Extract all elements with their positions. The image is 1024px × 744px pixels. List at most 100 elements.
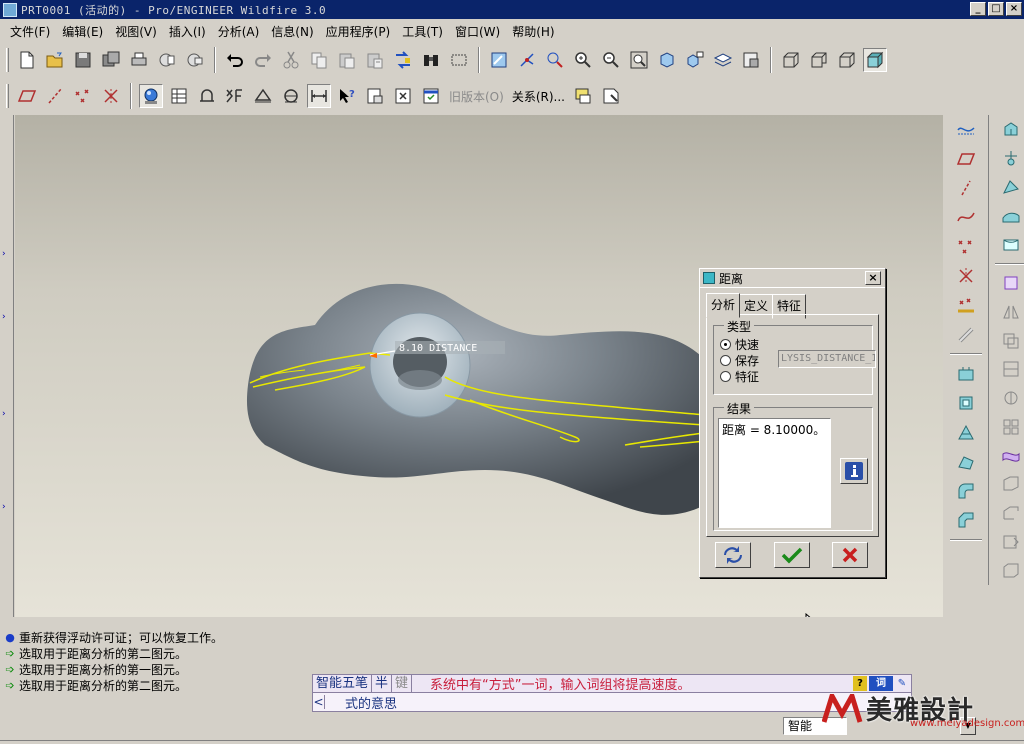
tab-analysis[interactable]: 分析 — [706, 293, 741, 318]
radio-save[interactable]: 保存 — [720, 352, 759, 369]
radio-quick-indicator[interactable] — [720, 339, 731, 350]
datum-axes-toggle[interactable] — [43, 84, 67, 108]
zoom-out-button[interactable] — [599, 48, 623, 72]
chamfer-tool[interactable] — [953, 509, 979, 532]
sweep-tool[interactable] — [953, 421, 979, 444]
draft-tool[interactable] — [998, 204, 1024, 227]
ime-help-button[interactable]: ? — [853, 676, 867, 691]
shell-tool[interactable] — [998, 147, 1024, 170]
ime-half-width-toggle[interactable]: 半 — [372, 675, 393, 692]
open-file-button[interactable] — [43, 48, 67, 72]
revolve-tool[interactable] — [953, 392, 979, 415]
paste-special-button[interactable] — [363, 48, 387, 72]
offset-curve-tool[interactable] — [953, 323, 979, 346]
maximize-button[interactable]: □ — [988, 2, 1004, 16]
mirror-tool[interactable] — [998, 301, 1024, 324]
family-table-button[interactable] — [167, 84, 191, 108]
save-copy-button[interactable] — [99, 48, 123, 72]
shading-button[interactable] — [863, 48, 887, 72]
saved-views-button[interactable] — [683, 48, 707, 72]
datum-points-toggle[interactable] — [71, 84, 95, 108]
xf-button[interactable] — [223, 84, 247, 108]
result-text-area[interactable]: 距离 = 8.10000。 — [718, 418, 831, 528]
hole-tool[interactable] — [998, 118, 1024, 141]
ime-word-button[interactable]: 词 — [869, 676, 893, 691]
menu-help[interactable]: 帮助(H) — [506, 23, 560, 40]
extend-tool[interactable] — [998, 387, 1024, 410]
help-pointer-button[interactable]: ? — [335, 84, 359, 108]
undo-button[interactable] — [223, 48, 247, 72]
window-activate-button[interactable] — [419, 84, 443, 108]
find-button[interactable] — [419, 48, 443, 72]
select-box-button[interactable] — [447, 48, 471, 72]
extrude-tool[interactable] — [953, 362, 979, 385]
pen-icon[interactable]: ✎ — [895, 676, 909, 691]
menu-analysis[interactable]: 分析(A) — [212, 23, 266, 40]
remove-tool[interactable] — [998, 559, 1024, 582]
analysis-name-field[interactable]: LYSIS_DISTANCE_1 — [778, 350, 876, 368]
pattern-tool[interactable] — [998, 416, 1024, 439]
view-manager-button[interactable] — [739, 48, 763, 72]
zoom-in-button[interactable] — [571, 48, 595, 72]
analysis-feature-tool[interactable] — [953, 294, 979, 317]
style-tool[interactable] — [998, 233, 1024, 256]
spin-center-button[interactable] — [515, 48, 539, 72]
ime-candidate[interactable]: 式的意思 — [325, 693, 397, 712]
redo-button[interactable] — [251, 48, 275, 72]
round-tool[interactable] — [953, 479, 979, 502]
send-mail-button[interactable] — [155, 48, 179, 72]
print-button[interactable] — [127, 48, 151, 72]
offset-tool[interactable] — [998, 473, 1024, 496]
warp-tool[interactable] — [998, 444, 1024, 467]
menu-tools[interactable]: 工具(T) — [396, 23, 449, 40]
annotation-button[interactable] — [599, 84, 623, 108]
regenerate-button[interactable] — [391, 48, 415, 72]
repaint-button[interactable] — [487, 48, 511, 72]
parameters-button[interactable] — [571, 84, 595, 108]
sketch-button[interactable] — [195, 84, 219, 108]
ime-keyboard-toggle[interactable]: 键 — [392, 675, 413, 692]
repeat-analysis-button[interactable] — [715, 542, 751, 568]
candidate-prev-button[interactable]: < — [313, 695, 325, 709]
menu-applications[interactable]: 应用程序(P) — [320, 23, 397, 40]
menu-insert[interactable]: 插入(I) — [163, 23, 212, 40]
menu-info[interactable]: 信息(N) — [265, 23, 319, 40]
ok-button[interactable] — [774, 542, 810, 568]
radio-save-indicator[interactable] — [720, 355, 731, 366]
info-sheet-button[interactable] — [363, 84, 387, 108]
dialog-close-button[interactable]: × — [865, 271, 881, 285]
menu-file[interactable]: 文件(F) — [4, 23, 56, 40]
close-window-tool-button[interactable] — [391, 84, 415, 108]
datum-curve-tool[interactable] — [953, 206, 979, 229]
previous-version-menu[interactable]: 旧版本(O) — [449, 88, 504, 105]
datum-planes-toggle[interactable] — [15, 84, 39, 108]
reorient-button[interactable] — [655, 48, 679, 72]
measure-distance-button[interactable] — [307, 84, 331, 108]
close-window-button[interactable]: × — [1006, 2, 1022, 16]
info-button[interactable] — [840, 458, 868, 484]
sketch-tool-button[interactable] — [953, 118, 979, 141]
menu-edit[interactable]: 编辑(E) — [56, 23, 109, 40]
datum-target-button[interactable] — [279, 84, 303, 108]
paste-button[interactable] — [335, 48, 359, 72]
save-button[interactable] — [71, 48, 95, 72]
coordinate-systems-toggle[interactable] — [99, 84, 123, 108]
boundary-blend-tool[interactable] — [998, 272, 1024, 295]
cut-button[interactable] — [279, 48, 303, 72]
datum-axis-tool[interactable] — [953, 177, 979, 200]
model-body[interactable] — [246, 283, 705, 515]
ime-name[interactable]: 智能五笔 — [313, 675, 373, 692]
refit-button[interactable] — [627, 48, 651, 72]
new-file-button[interactable] — [15, 48, 39, 72]
no-hidden-button[interactable] — [835, 48, 859, 72]
radio-feature-indicator[interactable] — [720, 371, 731, 382]
radio-quick[interactable]: 快速 — [720, 336, 759, 353]
model-tree-collapsed-strip[interactable]: › › › › — [0, 115, 14, 617]
trim-tool[interactable] — [998, 358, 1024, 381]
wireframe-button[interactable] — [779, 48, 803, 72]
blend-tool[interactable] — [953, 450, 979, 473]
hidden-line-button[interactable] — [807, 48, 831, 72]
datum-point-tool[interactable] — [953, 235, 979, 258]
menu-window[interactable]: 窗口(W) — [449, 23, 506, 40]
layers-button[interactable] — [711, 48, 735, 72]
